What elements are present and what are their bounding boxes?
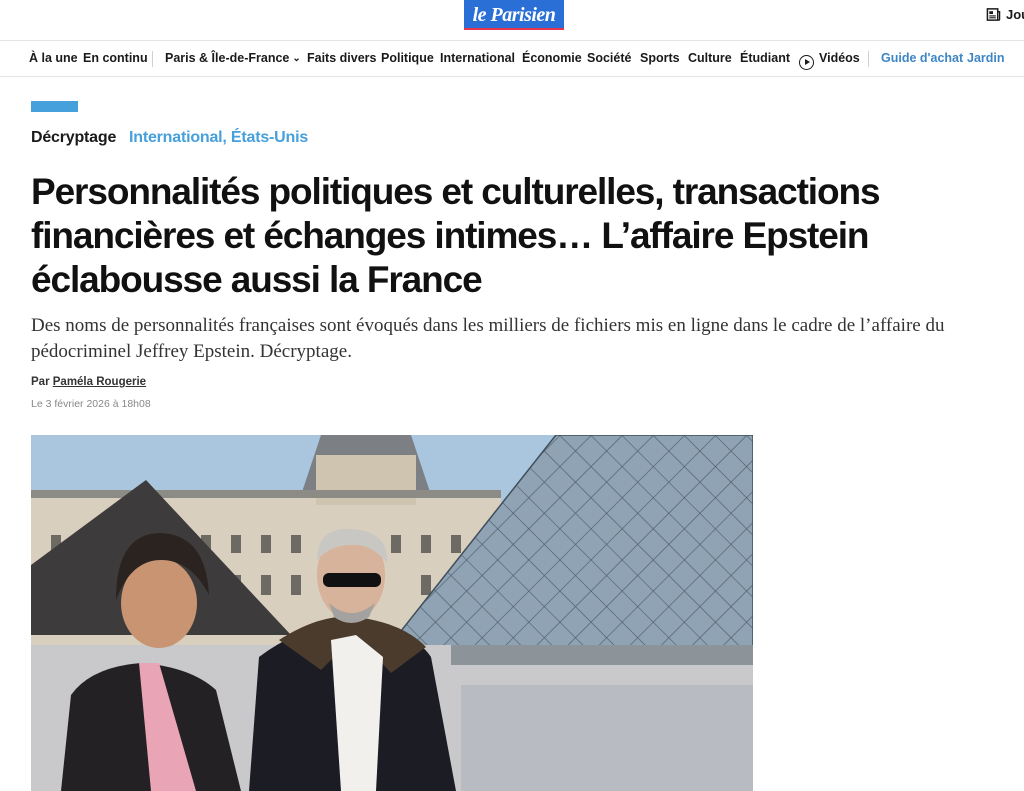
nav-divider <box>152 51 153 67</box>
nav-item-politique[interactable]: Politique <box>381 51 434 65</box>
nav-divider <box>868 51 869 67</box>
journal-button[interactable]: Jou <box>986 7 1024 22</box>
byline: Par Paméla Rougerie <box>31 376 146 388</box>
nav-item-sports[interactable]: Sports <box>640 51 680 65</box>
site-logo[interactable]: le Parisien <box>464 0 564 30</box>
nav-item-societe[interactable]: Société <box>587 51 631 65</box>
chevron-down-icon: ⌄ <box>292 53 301 64</box>
nav-item-videos[interactable]: Vidéos <box>799 51 860 70</box>
nav-item-economie[interactable]: Économie <box>522 51 582 65</box>
logo-text: le Parisien <box>472 3 556 26</box>
play-circle-icon <box>799 54 814 70</box>
main-nav: À la une En continu Paris & Île-de-Franc… <box>0 40 1024 77</box>
article-hero-image[interactable] <box>31 435 753 791</box>
nav-item-jardin[interactable]: Jardin <box>967 51 1005 65</box>
journal-label: Jou <box>1006 7 1024 22</box>
author-link[interactable]: Paméla Rougerie <box>53 376 146 388</box>
article-kicker: Décryptage <box>31 129 117 146</box>
nav-item-paris-idf[interactable]: Paris & Île-de-France ⌄ <box>165 51 301 65</box>
nav-item-guide-achat[interactable]: Guide d'achat <box>881 51 963 65</box>
nav-item-culture[interactable]: Culture <box>688 51 732 65</box>
nav-item-label: Paris & Île-de-France <box>165 51 290 65</box>
article-lead: Des noms de personnalités françaises son… <box>31 315 945 362</box>
article-category-link[interactable]: International, États-Unis <box>129 129 308 147</box>
section-accent-bar <box>31 101 78 112</box>
nav-item-faits-divers[interactable]: Faits divers <box>307 51 376 65</box>
publish-date: Le 3 février 2026 à 18h08 <box>31 398 151 410</box>
top-bar: le Parisien Jou <box>0 0 1024 40</box>
nav-item-international[interactable]: International <box>440 51 515 65</box>
byline-prefix: Par <box>31 376 50 388</box>
article-title: Personnalités politiques et culturelles,… <box>31 171 881 300</box>
hero-photo-illustration <box>31 435 753 791</box>
nav-item-en-continu[interactable]: En continu <box>83 51 148 65</box>
nav-item-a-la-une[interactable]: À la une <box>29 51 78 65</box>
newspaper-icon <box>986 8 1001 21</box>
nav-item-label: Vidéos <box>819 51 860 65</box>
nav-item-etudiant[interactable]: Étudiant <box>740 51 790 65</box>
